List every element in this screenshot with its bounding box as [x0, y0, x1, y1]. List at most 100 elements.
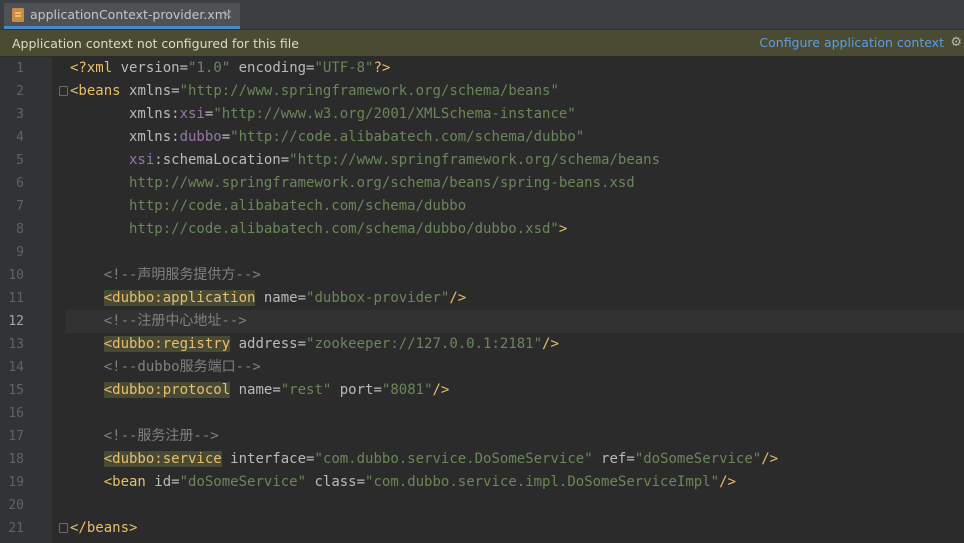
code-line[interactable]: 2 <beans xmlns="http://www.springframewor… [0, 80, 964, 103]
line-number: 21 [8, 521, 24, 536]
code-token: "doSomeService" [634, 451, 762, 467]
code-text: http://code.alibabatech.com/schema/dubbo… [70, 218, 567, 241]
line-number: 18 [8, 452, 24, 467]
line-number: 13 [8, 337, 24, 352]
line-number: 3 [16, 107, 24, 122]
code-line[interactable]: 14 <!--dubbo服务端口--> [0, 356, 964, 379]
code-token: ?> [373, 60, 391, 76]
code-token: "http://www.springframework.org/schema/b… [289, 152, 661, 168]
code-token: <?xml [70, 60, 121, 76]
code-token: = [356, 474, 366, 490]
code-token: = [171, 83, 180, 99]
editor-tab-bar: applicationContext-provider.xml ✕ [0, 0, 964, 30]
code-token: = [272, 382, 281, 398]
code-line[interactable]: 10 <!--声明服务提供方--> [0, 264, 964, 287]
code-line[interactable]: 9 [0, 241, 964, 264]
code-token: <!--注册中心地址--> [70, 313, 247, 329]
code-text: <!--服务注册--> [70, 425, 219, 448]
code-token: = [221, 129, 231, 145]
code-token: name [255, 290, 298, 306]
code-text: <dubbo:registry address="zookeeper://127… [70, 333, 559, 356]
code-line[interactable]: 19 <bean id="doSomeService" class="com.d… [0, 471, 964, 494]
notification-banner: Application context not configured for t… [0, 30, 964, 56]
code-token: > [558, 221, 568, 237]
line-number: 20 [8, 498, 24, 513]
code-text: <dubbo:protocol name="rest" port="8081"/… [70, 379, 449, 402]
code-token: "dubbox-provider" [306, 290, 450, 306]
code-token: = [297, 290, 307, 306]
code-line[interactable]: 1 <?xml version="1.0" encoding="UTF-8"?> [0, 57, 964, 80]
code-line[interactable]: 8 http://code.alibabatech.com/schema/dub… [0, 218, 964, 241]
code-token: interface [221, 451, 307, 467]
code-text: http://code.alibabatech.com/schema/dubbo [70, 195, 466, 218]
fold-marker-icon[interactable] [59, 86, 68, 96]
code-token: "doSomeService" [179, 474, 307, 490]
code-line[interactable]: 7 http://code.alibabatech.com/schema/dub… [0, 195, 964, 218]
code-token: "http://www.springframework.org/schema/b… [179, 83, 559, 99]
code-line[interactable]: 11 <dubbo:application name="dubbox-provi… [0, 287, 964, 310]
code-token: /> [719, 474, 736, 490]
code-token: <dubbo:protocol [103, 382, 231, 398]
code-token: xmlns: [70, 129, 180, 145]
code-line[interactable]: 6 http://www.springframework.org/schema/… [0, 172, 964, 195]
code-text: <!--dubbo服务端口--> [70, 356, 261, 379]
code-token: "rest" [280, 382, 332, 398]
code-token: version [120, 60, 180, 76]
line-number: 10 [8, 268, 24, 283]
code-line[interactable]: 16 [0, 402, 964, 425]
line-number: 1 [16, 61, 24, 76]
fold-marker-icon[interactable] [59, 523, 68, 533]
code-line[interactable]: 20 [0, 494, 964, 517]
code-line[interactable]: 5 xsi:schemaLocation="http://www.springf… [0, 149, 964, 172]
code-line[interactable]: 3 xmlns:xsi="http://www.w3.org/2001/XMLS… [0, 103, 964, 126]
code-token: "UTF-8" [314, 60, 374, 76]
line-number: 15 [8, 383, 24, 398]
file-tab[interactable]: applicationContext-provider.xml ✕ [4, 3, 240, 29]
line-number: 7 [16, 199, 24, 214]
code-token: = [179, 60, 189, 76]
code-token: "http://www.w3.org/2001/XMLSchema-instan… [213, 106, 576, 122]
code-token: </beans> [70, 520, 138, 536]
code-line[interactable]: 12 <!--注册中心地址--> [0, 310, 964, 333]
line-number: 5 [16, 153, 24, 168]
line-number: 4 [16, 130, 24, 145]
code-token: <!--声明服务提供方--> [70, 267, 261, 283]
code-line[interactable]: 15 <dubbo:protocol name="rest" port="808… [0, 379, 964, 402]
tab-filename: applicationContext-provider.xml [30, 7, 231, 22]
code-text: <?xml version="1.0" encoding="UTF-8"?> [70, 57, 390, 80]
code-line[interactable]: 13 <dubbo:registry address="zookeeper://… [0, 333, 964, 356]
code-line[interactable]: 21 </beans> [0, 517, 964, 540]
gear-icon[interactable]: ⚙ [950, 35, 962, 50]
code-token: port [331, 382, 374, 398]
code-text: </beans> [70, 517, 137, 540]
line-number: 14 [8, 360, 24, 375]
code-token: "8081" [381, 382, 433, 398]
line-number: 8 [16, 222, 24, 237]
code-token: = [297, 336, 307, 352]
code-token: address [230, 336, 298, 352]
code-token: http://code.alibabatech.com/schema/dubbo… [70, 221, 559, 237]
line-number: 2 [16, 84, 24, 99]
code-token: xsi [70, 152, 155, 168]
code-text: <dubbo:service interface = "com.dubbo.serv… [70, 448, 778, 471]
code-line[interactable]: 17 <!--服务注册--> [0, 425, 964, 448]
xml-file-icon [12, 7, 24, 22]
code-token: = [626, 451, 635, 467]
configure-context-link[interactable]: Configure application context [759, 35, 944, 50]
code-line[interactable]: 4 xmlns:dubbo="http://code.alibabatech.c… [0, 126, 964, 149]
code-text: <bean id="doSomeService" class="com.dubb… [70, 471, 736, 494]
code-line[interactable]: 18 <dubbo:service interface = "com.dubbo.s… [0, 448, 964, 471]
code-token: "1.0" [188, 60, 231, 76]
code-text: xmlns:xsi="http://www.w3.org/2001/XMLSch… [70, 103, 576, 126]
code-token: = [280, 152, 290, 168]
line-number: 16 [8, 406, 24, 421]
code-token: class [306, 474, 357, 490]
close-icon[interactable]: ✕ [222, 8, 233, 23]
code-text: <!--声明服务提供方--> [70, 264, 261, 287]
line-number: 11 [8, 291, 24, 306]
code-token: xmlns [129, 83, 172, 99]
